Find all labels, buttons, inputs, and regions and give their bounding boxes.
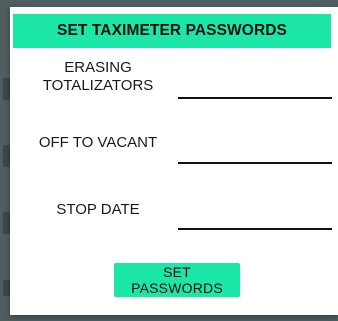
erasing-totalizators-label-line1: ERASING [64,59,132,76]
dialog-header: SET TAXIMETER PASSWORDS [13,14,331,48]
dialog-title: SET TAXIMETER PASSWORDS [57,22,287,39]
erasing-totalizators-label: ERASING TOTALIZATORS [10,59,186,95]
set-passwords-dialog: SET TAXIMETER PASSWORDS ERASING TOTALIZA… [10,7,338,315]
stop-date-label: STOP DATE [56,201,140,218]
set-passwords-button[interactable]: SET PASSWORDS [114,263,240,297]
off-to-vacant-password-input[interactable] [178,142,332,164]
erasing-totalizators-label-line2: TOTALIZATORS [42,77,154,94]
off-to-vacant-label: OFF TO VACANT [38,134,158,151]
stop-date-password-input[interactable] [178,208,332,230]
erasing-totalizators-password-input[interactable] [178,77,332,99]
